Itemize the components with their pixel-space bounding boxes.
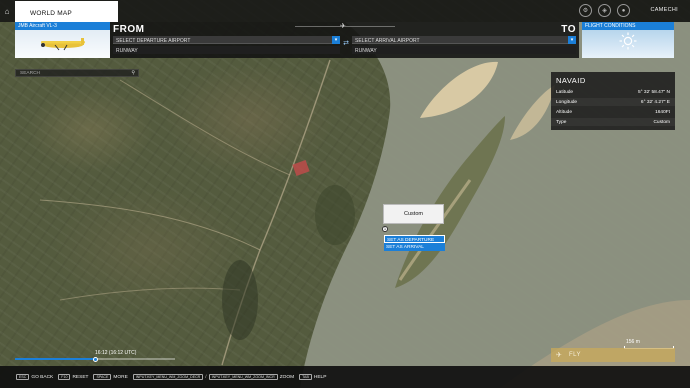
key-badge: INPUT.KEY_MENU_WM_ZOOM_DECR — [132, 374, 204, 380]
hint-label: MORE — [113, 374, 128, 380]
fly-label: FLY — [569, 352, 582, 358]
navaid-row-longitude: Longitude 6° 32' 4.27" E — [551, 98, 675, 106]
top-bar: ⌂ WORLD MAP ⚙ ◈ ● CAMECHI — [0, 0, 690, 22]
aircraft-name: JMB Aircraft VL-3 — [15, 22, 110, 30]
navaid-label: Altitude — [556, 109, 572, 115]
to-label: TO — [561, 24, 576, 35]
hint-help[interactable]: TAB HELP — [299, 374, 326, 380]
swap-icon[interactable]: ⇄ — [342, 40, 350, 48]
arrival-runway-label: RUNWAY — [355, 47, 377, 54]
flight-bar: FROM TO ✈ SELECT DEPARTURE AIRPORT ▾ RUN… — [110, 22, 579, 58]
hint-reset[interactable]: F10 RESET — [58, 374, 88, 380]
time-label: 16:12 (16:12 UTC) — [95, 350, 137, 356]
bottom-bar: ESC GO BACK F10 RESET SPACE MORE INPUT.K… — [0, 366, 690, 388]
flight-conditions-card[interactable]: FLIGHT CONDITIONS — [582, 22, 674, 58]
arrival-runway-select[interactable]: RUNWAY — [352, 46, 576, 54]
departure-airport-select[interactable]: SELECT DEPARTURE AIRPORT ▾ — [113, 36, 340, 44]
flight-conditions-title: FLIGHT CONDITIONS — [582, 22, 674, 30]
arrival-airport-label: SELECT ARRIVAL AIRPORT — [355, 37, 420, 44]
world-map[interactable] — [0, 0, 690, 388]
fly-button[interactable]: ✈ FLY — [551, 348, 675, 362]
plane-icon: ✈ — [556, 352, 563, 359]
arrival-airport-select[interactable]: SELECT ARRIVAL AIRPORT ▾ — [352, 36, 576, 44]
departure-runway-select[interactable]: RUNWAY — [113, 46, 340, 54]
hint-separator: / — [205, 374, 207, 380]
sun-icon — [619, 32, 637, 50]
waypoint-pin[interactable]: 1 — [382, 226, 388, 232]
navaid-label: Longitude — [556, 99, 578, 105]
plane-icon: ✈ — [340, 23, 346, 30]
hint-label: GO BACK — [31, 374, 54, 380]
time-fill — [15, 358, 95, 360]
navaid-label: Type — [556, 119, 567, 125]
time-slider-thumb[interactable] — [92, 356, 98, 362]
departure-runway-label: RUNWAY — [116, 47, 138, 54]
navaid-label: Latitude — [556, 89, 574, 95]
top-icons: ⚙ ◈ ● — [579, 4, 630, 17]
hint-label: ZOOM — [279, 374, 295, 380]
search-placeholder: SEARCH — [20, 71, 40, 76]
chevron-down-icon[interactable]: ▾ — [568, 36, 576, 44]
home-icon[interactable]: ⌂ — [0, 0, 14, 22]
tab-world-map[interactable]: WORLD MAP — [15, 1, 118, 22]
navaid-value: 5° 32' 58.47" N — [637, 89, 670, 95]
key-badge: F10 — [58, 374, 71, 380]
map-scale-label: 156 m — [626, 339, 640, 345]
aircraft-card[interactable]: JMB Aircraft VL-3 — [15, 22, 110, 58]
marketplace-icon[interactable]: ◈ — [598, 4, 611, 17]
username[interactable]: CAMECHI — [651, 7, 678, 13]
waypoint-card[interactable]: Custom — [383, 204, 444, 224]
search-icon[interactable]: ⚲ — [131, 70, 135, 76]
set-as-departure-button[interactable]: SET AS DEPARTURE — [384, 235, 445, 243]
hint-label: RESET — [72, 374, 89, 380]
profile-icon[interactable]: ● — [617, 4, 630, 17]
from-label: FROM — [113, 24, 145, 35]
navaid-row-type: Type Custom — [551, 118, 675, 126]
hint-label: HELP — [313, 374, 327, 380]
map-terrain — [39, 22, 690, 388]
hint-more[interactable]: SPACE MORE — [93, 374, 128, 380]
settings-icon[interactable]: ⚙ — [579, 4, 592, 17]
set-as-arrival-button[interactable]: SET AS ARRIVAL — [384, 243, 445, 251]
key-badge: ESC — [16, 374, 30, 380]
navaid-value: Custom — [653, 119, 670, 125]
navaid-title: NAVAID — [556, 76, 586, 85]
navaid-value: 1640Ft — [655, 109, 670, 115]
navaid-row-altitude: Altitude 1640Ft — [551, 108, 675, 116]
navaid-row-latitude: Latitude 5° 32' 58.47" N — [551, 88, 675, 96]
chevron-down-icon[interactable]: ▾ — [332, 36, 340, 44]
key-badge: INPUT.KEY_MENU_WM_ZOOM_INCR — [208, 374, 278, 380]
navaid-panel: NAVAID Latitude 5° 32' 58.47" N Longitud… — [551, 72, 675, 130]
time-slider[interactable]: 16:12 (16:12 UTC) — [15, 350, 175, 364]
aircraft-icon — [41, 38, 85, 51]
navaid-value: 6° 32' 4.27" E — [640, 99, 670, 105]
hint-go-back[interactable]: ESC GO BACK — [16, 374, 53, 380]
hint-zoom[interactable]: INPUT.KEY_MENU_WM_ZOOM_DECR / INPUT.KEY_… — [132, 374, 295, 380]
departure-airport-label: SELECT DEPARTURE AIRPORT — [116, 37, 191, 44]
key-badge: SPACE — [93, 374, 112, 380]
key-badge: TAB — [299, 374, 312, 380]
search-input[interactable]: SEARCH ⚲ — [15, 69, 139, 77]
